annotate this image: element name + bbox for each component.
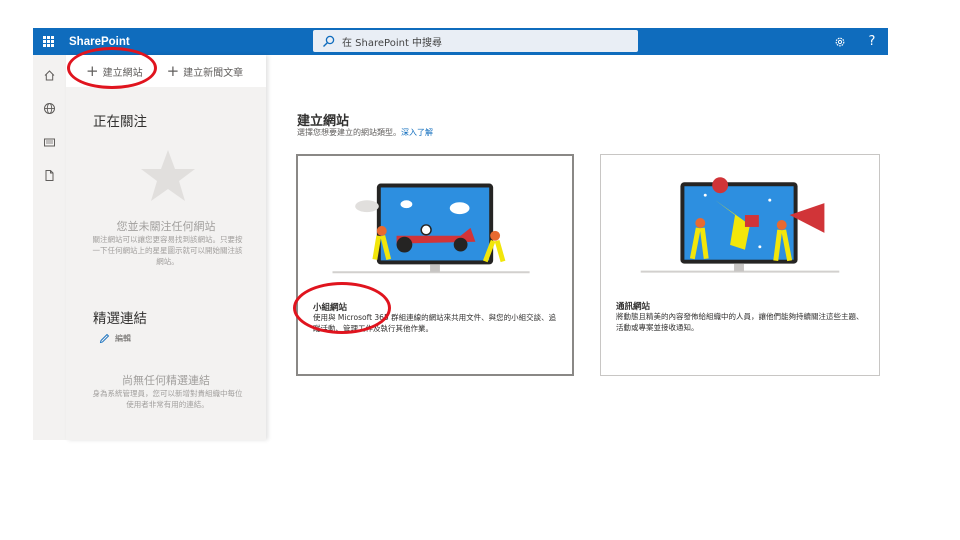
star-icon — [140, 148, 196, 204]
app-launcher-icon[interactable] — [33, 28, 63, 55]
gear-icon[interactable] — [830, 28, 850, 55]
left-rail — [33, 55, 66, 440]
news-icon[interactable] — [41, 134, 57, 150]
team-site-card[interactable]: 小組網站 使用與 Microsoft 365 群組連線的網站來共用文件、與您的小… — [296, 154, 574, 376]
communication-site-illustration — [640, 177, 840, 273]
globe-icon[interactable] — [41, 100, 57, 116]
featured-links-title: 精選連結 — [93, 311, 147, 327]
edit-links-button[interactable]: 編輯 — [99, 333, 131, 344]
following-empty-desc: 關注網站可以讓您更容易找到該網站。只要按一下任何網站上的星星圖示就可以開始關注該… — [92, 235, 243, 266]
edit-label: 編輯 — [115, 334, 131, 343]
page-subtitle: 選擇您想要建立的網站類型。深入了解 — [297, 127, 433, 138]
learn-more-link[interactable]: 深入了解 — [401, 128, 433, 137]
create-news-button[interactable]: + 建立新聞文章 — [166, 61, 244, 80]
featured-empty-title: 尚無任何精選連結 — [122, 374, 210, 387]
left-pane: + 建立網站 + 建立新聞文章 正在關注 您並未關注任何網站 關注網站可以讓您更… — [66, 55, 266, 440]
search-box[interactable]: 在 SharePoint 中搜尋 — [313, 30, 638, 52]
search-icon — [322, 35, 335, 48]
communication-site-card[interactable]: 通訊網站 將動態且精美的內容發佈給組織中的人員，讓他們能夠持續關注這些主題、活動… — [600, 154, 880, 376]
plus-icon: + — [166, 61, 180, 80]
highlight-circle — [293, 282, 391, 334]
suite-bar: SharePoint 在 SharePoint 中搜尋 ? — [33, 28, 888, 55]
featured-empty-desc: 身為系統管理員，您可以新增對貴組織中每位使用者非常有用的連結。 — [92, 389, 243, 409]
search-placeholder: 在 SharePoint 中搜尋 — [342, 37, 443, 49]
file-icon[interactable] — [41, 167, 57, 183]
highlight-circle — [67, 47, 157, 89]
help-icon[interactable]: ? — [862, 28, 882, 55]
team-site-illustration — [332, 183, 530, 274]
following-empty-title: 您並未關注任何網站 — [116, 220, 216, 233]
following-title: 正在關注 — [93, 114, 147, 130]
card-title: 通訊網站 — [616, 302, 651, 312]
card-description: 將動態且精美的內容發佈給組織中的人員，讓他們能夠持續關注這些主題、活動或專案並接… — [616, 312, 864, 332]
create-news-label: 建立新聞文章 — [183, 67, 244, 79]
app-name[interactable]: SharePoint — [69, 36, 130, 48]
pencil-icon — [99, 333, 110, 344]
subtitle-text: 選擇您想要建立的網站類型。 — [297, 128, 401, 137]
home-icon[interactable] — [41, 67, 57, 83]
